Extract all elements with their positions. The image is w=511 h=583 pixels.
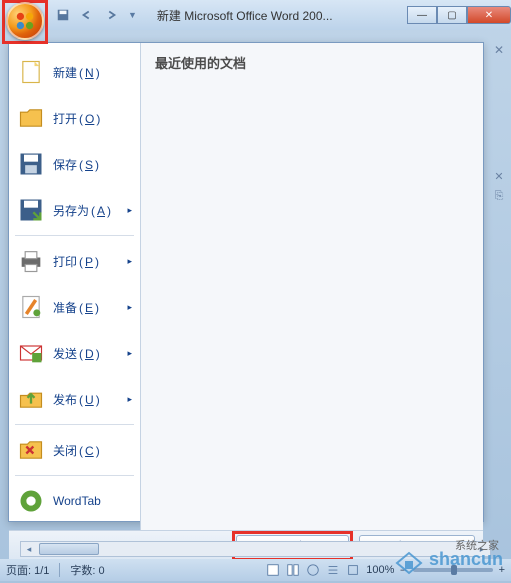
view-print-layout-icon[interactable] [266,563,280,577]
side-close-icon[interactable]: ✕ [491,168,507,184]
chevron-right-icon: ▸ [127,256,132,267]
watermark-logo-icon [393,543,425,575]
side-tool-icon[interactable]: ⎘ [491,188,507,204]
redo-icon[interactable] [104,8,118,22]
chevron-right-icon: ▸ [127,348,132,359]
watermark: shancun [393,543,503,575]
menu-separator [15,475,134,476]
menu-item-new[interactable]: 新建(N) [9,49,140,95]
menu-item-print[interactable]: 打印(P) ▸ [9,238,140,284]
menu-item-save[interactable]: 保存(S) [9,141,140,187]
view-web-icon[interactable] [306,563,320,577]
save-icon[interactable] [56,8,70,22]
office-logo-icon [14,10,36,32]
maximize-button[interactable]: ▢ [437,6,467,24]
close-window-button[interactable]: ✕ [467,6,511,24]
recent-documents-header: 最近使用的文档 [155,53,469,72]
window-title: 新建 Microsoft Office Word 200... [157,7,407,24]
undo-icon[interactable] [80,8,94,22]
menu-separator [15,424,134,425]
scroll-thumb[interactable] [39,543,99,555]
menu-item-send[interactable]: 发送(D) ▸ [9,330,140,376]
zoom-level[interactable]: 100% [366,564,394,576]
recent-documents-panel: 最近使用的文档 [141,43,483,530]
minimize-button[interactable]: — [407,6,437,24]
office-menu: 新建(N) 打开(O) 保存(S) 另存为(A) ▸ 打印(P) ▸ [8,42,484,522]
menu-item-save-as[interactable]: 另存为(A) ▸ [9,187,140,233]
status-word-count[interactable]: 字数: 0 [70,562,104,578]
prepare-icon [17,293,45,321]
close-doc-icon [17,436,45,464]
send-mail-icon [17,339,45,367]
new-document-icon [17,58,45,86]
publish-icon [17,385,45,413]
view-reading-icon[interactable] [286,563,300,577]
quick-access-toolbar: ▼ [56,8,137,22]
chevron-right-icon: ▸ [127,394,132,405]
menu-commands-list: 新建(N) 打开(O) 保存(S) 另存为(A) ▸ 打印(P) ▸ [9,43,141,530]
menu-separator [15,235,134,236]
menu-item-publish[interactable]: 发布(U) ▸ [9,376,140,422]
menu-item-close[interactable]: 关闭(C) [9,427,140,473]
view-draft-icon[interactable] [346,563,360,577]
save-disk-icon [17,150,45,178]
chevron-right-icon: ▸ [127,302,132,313]
open-folder-icon [17,104,45,132]
view-outline-icon[interactable] [326,563,340,577]
office-button[interactable] [6,2,44,40]
chevron-right-icon: ▸ [127,205,132,216]
scroll-left-icon[interactable]: ◂ [21,542,37,556]
printer-icon [17,247,45,275]
qat-dropdown-icon[interactable]: ▼ [128,10,137,20]
wordtab-icon [17,487,45,515]
menu-item-prepare[interactable]: 准备(E) ▸ [9,284,140,330]
status-page[interactable]: 页面: 1/1 [6,562,49,578]
save-as-icon [17,196,45,224]
menu-item-open[interactable]: 打开(O) [9,95,140,141]
panel-close-icon[interactable]: ✕ [491,42,507,58]
menu-item-wordtab[interactable]: WordTab [9,478,140,524]
titlebar: ▼ 新建 Microsoft Office Word 200... — ▢ ✕ [0,0,511,30]
